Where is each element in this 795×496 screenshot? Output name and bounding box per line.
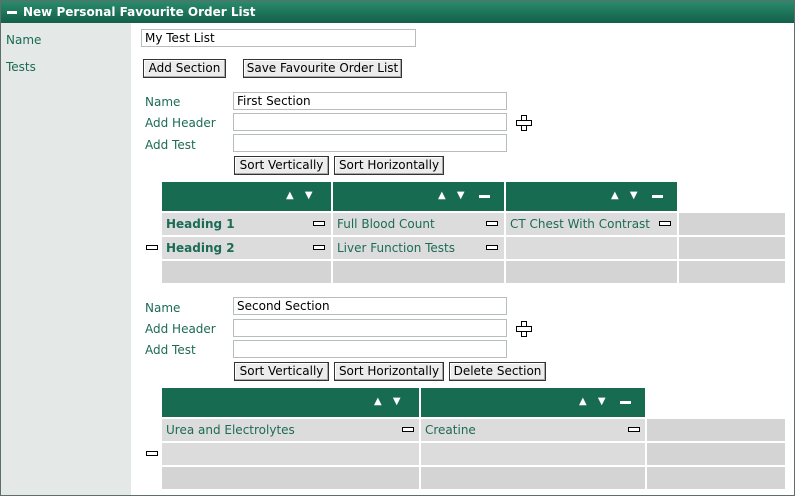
section1-add-header-input[interactable]	[233, 113, 507, 131]
table-cell[interactable]: CT Chest With Contrast	[506, 213, 677, 235]
test-text: Full Blood Count	[337, 217, 435, 231]
remove-column-icon[interactable]	[479, 195, 490, 198]
test-text: CT Chest With Contrast	[510, 217, 650, 231]
delete-section-button[interactable]: Delete Section	[449, 362, 546, 381]
label-column	[1, 23, 131, 495]
section2-sort-vertically-button[interactable]: Sort Vertically	[234, 362, 329, 381]
section2-add-test-input[interactable]	[233, 340, 507, 358]
collapse-icon[interactable]	[7, 11, 17, 14]
test-text: Urea and Electrolytes	[166, 423, 295, 437]
table-cell	[679, 213, 785, 235]
remove-row-icon[interactable]	[146, 451, 158, 456]
table-cell	[506, 261, 677, 283]
sort-arrows-icon[interactable]: ▲ ▼	[374, 396, 405, 407]
remove-column-icon[interactable]	[620, 401, 631, 404]
remove-item-icon[interactable]	[313, 245, 325, 250]
table-cell[interactable]: Liver Function Tests	[333, 237, 504, 259]
table-cell	[333, 261, 504, 283]
table-cell	[679, 261, 785, 283]
table-cell	[162, 261, 331, 283]
remove-row-icon[interactable]	[146, 245, 158, 250]
section1-name-input[interactable]	[233, 92, 507, 110]
table-cell	[421, 467, 645, 489]
favourite-order-list-window: New Personal Favourite Order List Name T…	[0, 0, 795, 496]
list-name-input[interactable]	[141, 29, 416, 47]
test-text: Liver Function Tests	[337, 241, 455, 255]
tests-label: Tests	[6, 60, 36, 74]
add-header-plus-icon[interactable]	[516, 115, 532, 131]
section1-add-test-input[interactable]	[233, 134, 507, 152]
section2-column2-header: ▲ ▼	[421, 388, 645, 417]
test-text: Creatine	[425, 423, 476, 437]
table-cell	[506, 237, 677, 259]
add-section-button[interactable]: Add Section	[143, 59, 226, 78]
section1-name-label: Name	[145, 95, 181, 109]
remove-item-icon[interactable]	[486, 221, 498, 226]
table-cell[interactable]: Full Blood Count	[333, 213, 504, 235]
section2-add-header-label: Add Header	[145, 322, 216, 336]
section2-add-test-label: Add Test	[145, 343, 196, 357]
table-cell[interactable]: Heading 2	[162, 237, 331, 259]
table-cell[interactable]: Creatine	[421, 419, 645, 441]
table-cell	[647, 467, 785, 489]
sort-arrows-icon[interactable]: ▲ ▼	[286, 190, 317, 201]
remove-item-icon[interactable]	[659, 221, 671, 226]
window-titlebar: New Personal Favourite Order List	[1, 1, 794, 23]
sort-arrows-icon[interactable]: ▲ ▼	[611, 190, 642, 201]
section1-column2-header: ▲ ▼	[333, 182, 504, 211]
section1-sort-vertically-button[interactable]: Sort Vertically	[234, 156, 329, 175]
table-cell	[647, 443, 785, 465]
section2-add-header-input[interactable]	[233, 319, 507, 337]
save-favourite-order-list-button[interactable]: Save Favourite Order List	[243, 59, 402, 78]
section1-sort-horizontally-button[interactable]: Sort Horizontally	[334, 156, 444, 175]
add-header-plus-icon[interactable]	[516, 321, 532, 337]
table-cell	[679, 237, 785, 259]
section1-add-test-label: Add Test	[145, 138, 196, 152]
heading-text: Heading 2	[166, 241, 235, 255]
table-cell	[647, 419, 785, 441]
section2-name-label: Name	[145, 301, 181, 315]
heading-text: Heading 1	[166, 217, 235, 231]
table-cell[interactable]: Urea and Electrolytes	[162, 419, 419, 441]
section1-column1-header: ▲ ▼	[162, 182, 331, 211]
remove-column-icon[interactable]	[652, 195, 663, 198]
remove-item-icon[interactable]	[486, 245, 498, 250]
table-cell[interactable]: Heading 1	[162, 213, 331, 235]
section2-column1-header: ▲ ▼	[162, 388, 419, 417]
section1-column3-header: ▲ ▼	[506, 182, 677, 211]
sort-arrows-icon[interactable]: ▲ ▼	[579, 396, 610, 407]
section1-add-header-label: Add Header	[145, 116, 216, 130]
table-cell	[162, 467, 419, 489]
window-title: New Personal Favourite Order List	[23, 5, 256, 19]
table-cell	[162, 443, 419, 465]
section2-name-input[interactable]	[233, 297, 507, 315]
list-name-label: Name	[6, 33, 42, 47]
remove-item-icon[interactable]	[313, 221, 325, 226]
section2-sort-horizontally-button[interactable]: Sort Horizontally	[334, 362, 444, 381]
remove-item-icon[interactable]	[628, 427, 640, 432]
remove-item-icon[interactable]	[402, 427, 414, 432]
table-cell	[421, 443, 645, 465]
sort-arrows-icon[interactable]: ▲ ▼	[438, 190, 469, 201]
